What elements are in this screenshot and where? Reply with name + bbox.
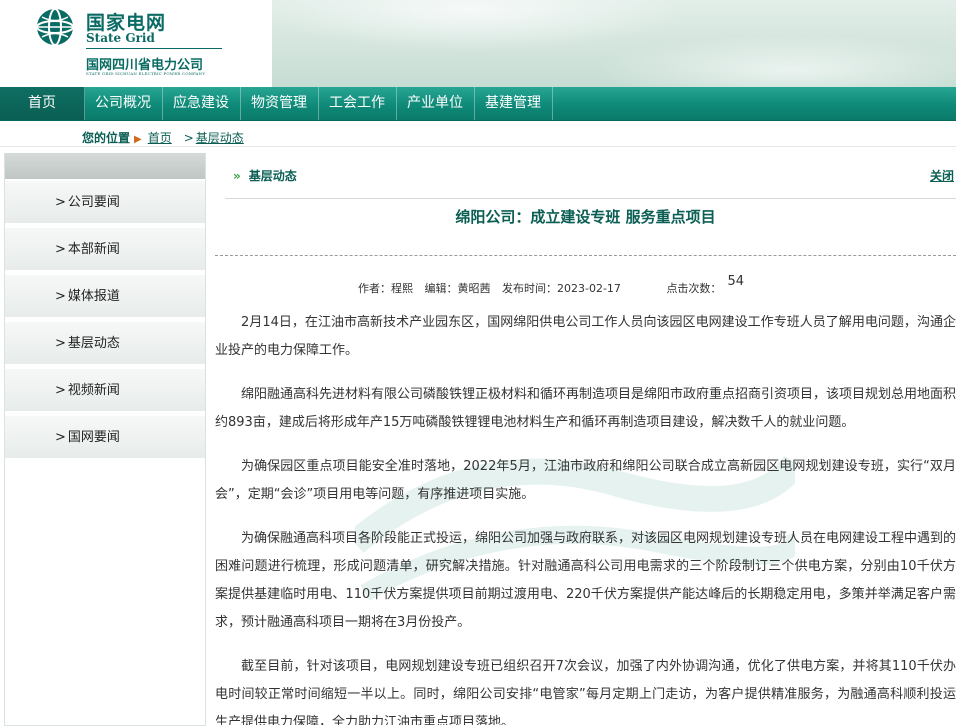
- article-editor: 编辑：黄昭茜: [424, 282, 491, 295]
- dashed-divider: [215, 255, 956, 256]
- breadcrumb-home-link[interactable]: 首页: [148, 131, 172, 145]
- nav-item-union[interactable]: 工会工作: [318, 87, 397, 120]
- article-date: 发布时间：2023-02-17: [502, 282, 621, 295]
- chevron-right-icon: >: [55, 336, 66, 351]
- hits-count: 54: [727, 274, 744, 289]
- sidebar-item-state-grid-news[interactable]: > 国网要闻: [5, 416, 205, 459]
- divider: [225, 198, 956, 199]
- nav-item-infrastructure[interactable]: 基建管理: [474, 87, 553, 120]
- article-title: 绵阳公司：成立建设专班 服务重点项目: [455, 208, 716, 226]
- chevron-right-icon: >: [55, 195, 66, 210]
- chevron-right-icon: >: [55, 383, 66, 398]
- sidebar-item-label: 本部新闻: [67, 242, 120, 257]
- divider: [0, 146, 956, 147]
- section-heading-label: 基层动态: [248, 169, 297, 183]
- nav-item-company-overview[interactable]: 公司概况: [84, 87, 163, 120]
- sidebar-item-media-reports[interactable]: > 媒体报道: [5, 275, 205, 318]
- article-paragraph: 为确保园区重点项目能安全准时落地，2022年5月，江油市政府和绵阳公司联合成立高…: [215, 459, 956, 502]
- sidebar: > 公司要闻 > 本部新闻 > 媒体报道 > 基层动态 > 视频新闻 > 国网要闻: [4, 153, 206, 726]
- main-nav: 首页 公司概况 应急建设 物资管理 工会工作 产业单位 基建管理: [0, 87, 956, 121]
- article-paragraph: 绵阳融通高科先进材料有限公司磷酸铁锂正极材料和循环再制造项目是绵阳市政府重点招商…: [215, 387, 956, 430]
- sidebar-item-label: 公司要闻: [67, 195, 120, 210]
- sidebar-item-label: 国网要闻: [67, 430, 120, 445]
- nav-item-home[interactable]: 首页: [0, 87, 85, 120]
- logo-divider: [86, 48, 222, 49]
- sidebar-item-label: 媒体报道: [67, 289, 120, 304]
- section-heading: » 基层动态: [233, 167, 297, 184]
- company-name-en: STATE GRID SICHUAN ELECTRIC POWER COMPAN…: [86, 71, 206, 76]
- header-banner: [272, 0, 956, 87]
- breadcrumb-label: 您的位置: [82, 131, 131, 145]
- article-paragraph: 2月14日，在江油市高新技术产业园东区，国网绵阳供电公司工作人员向该园区电网建设…: [215, 315, 956, 358]
- sidebar-header: [5, 153, 205, 179]
- sidebar-item-label: 视频新闻: [67, 383, 120, 398]
- chevron-right-icon: >: [55, 242, 66, 257]
- nav-item-industry[interactable]: 产业单位: [396, 87, 475, 120]
- article-body: 2月14日，在江油市高新技术产业园东区，国网绵阳供电公司工作人员向该园区电网建设…: [215, 309, 956, 725]
- hits-label: 点击次数：: [666, 282, 722, 295]
- breadcrumb-current-link[interactable]: 基层动态: [196, 131, 244, 145]
- triangle-right-icon: ▶: [134, 134, 142, 145]
- close-link[interactable]: 关闭: [930, 167, 954, 184]
- state-grid-globe-icon[interactable]: [36, 8, 74, 46]
- breadcrumb: 您的位置 ▶ 首页 > 基层动态: [82, 129, 244, 146]
- double-chevron-icon: »: [233, 169, 241, 183]
- sidebar-item-grassroots[interactable]: > 基层动态: [5, 322, 205, 365]
- nav-item-materials[interactable]: 物资管理: [240, 87, 319, 120]
- sidebar-item-hq-news[interactable]: > 本部新闻: [5, 228, 205, 271]
- article-meta: 作者：程熙 编辑：黄昭茜 发布时间：2023-02-17 点击次数： 54: [358, 274, 744, 296]
- sidebar-item-company-news[interactable]: > 公司要闻: [5, 181, 205, 224]
- article-paragraph: 截至目前，针对该项目，电网规划建设专班已组织召开7次会议，加强了内外协调沟通，优…: [215, 659, 956, 725]
- sidebar-item-video-news[interactable]: > 视频新闻: [5, 369, 205, 412]
- article-panel: » 基层动态 关闭 绵阳公司：成立建设专班 服务重点项目 作者：程熙 编辑：黄昭茜…: [215, 153, 956, 725]
- nav-item-emergency[interactable]: 应急建设: [162, 87, 241, 120]
- chevron-right-icon: >: [55, 430, 66, 445]
- sidebar-item-label: 基层动态: [67, 336, 120, 351]
- article-paragraph: 为确保融通高科项目各阶段能正式投运，绵阳公司加强与政府联系，对该园区电网规划建设…: [215, 531, 956, 630]
- article-author: 作者：程熙: [358, 282, 413, 295]
- chevron-right-icon: >: [183, 131, 194, 145]
- site-header: 国家电网 State Grid 国网四川省电力公司 STATE GRID SIC…: [0, 0, 956, 87]
- logo-title-en: State Grid: [86, 31, 155, 45]
- chevron-right-icon: >: [55, 289, 66, 304]
